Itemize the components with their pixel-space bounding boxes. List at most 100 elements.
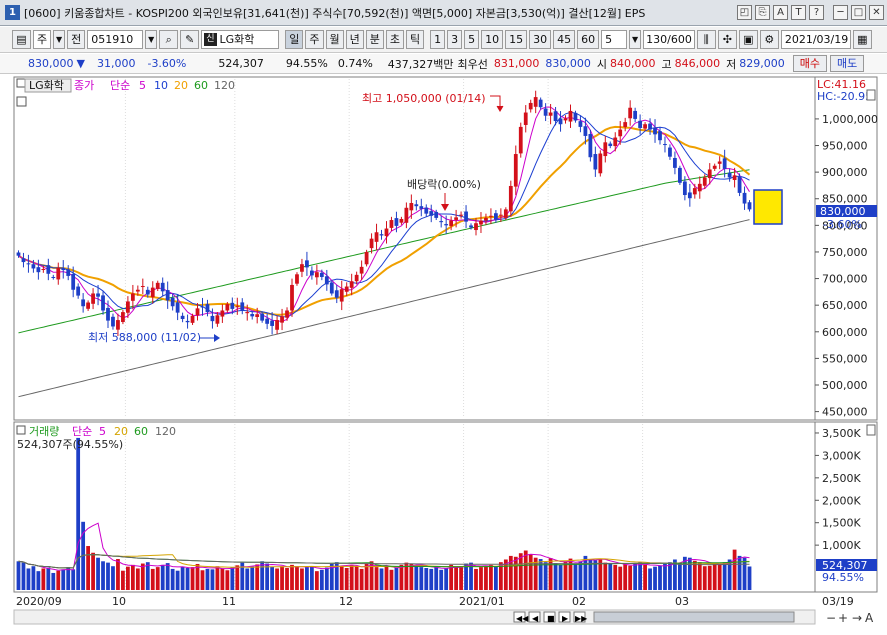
period-second-button[interactable]: 초	[385, 30, 404, 49]
prev-button[interactable]: 전	[67, 30, 86, 49]
font-icon[interactable]: A	[773, 5, 788, 20]
settings-icon[interactable]	[16, 78, 26, 88]
month-label-03: 03	[675, 595, 689, 608]
volume-settings-icon[interactable]	[16, 425, 26, 435]
volume-scale-toggle-icon[interactable]	[866, 424, 876, 436]
prev-icon: ◀	[532, 614, 539, 623]
search-icon[interactable]: ⌕	[159, 30, 179, 49]
volume-bar	[245, 568, 250, 590]
interval-30-button[interactable]: 30	[529, 30, 552, 49]
interval-5-button[interactable]: 5	[464, 30, 480, 49]
minimize-button[interactable]: ─	[833, 5, 848, 20]
volume-bar	[479, 567, 483, 590]
candle-body	[374, 232, 379, 242]
layout-icon[interactable]: ◰	[737, 5, 752, 20]
period-tick-button[interactable]: 틱	[406, 30, 425, 49]
low-label: 저	[726, 57, 737, 71]
volume-tick-label: 2,500K	[822, 472, 861, 485]
stock-chart[interactable]: 1,000,000950,000900,000850,000800,000750…	[0, 75, 887, 635]
period-year-button[interactable]: 년	[345, 30, 364, 49]
candle-body	[26, 263, 31, 265]
interval-1-button[interactable]: 1	[430, 30, 446, 49]
copy-icon[interactable]: ⎘	[755, 5, 770, 20]
gear-icon[interactable]: ⚙	[759, 30, 779, 49]
count-field[interactable]: 130 /600	[643, 30, 695, 49]
volume-bar	[359, 568, 364, 590]
interval-input[interactable]: 5	[601, 30, 628, 49]
stock-code-input[interactable]: 051910	[87, 30, 144, 49]
candle-body	[130, 293, 135, 301]
chart-type-select[interactable]: 주	[33, 30, 52, 49]
period-minute-button[interactable]: 분	[365, 30, 384, 49]
candle-body	[389, 220, 394, 228]
period-week-button[interactable]: 주	[305, 30, 324, 49]
interval-10-button[interactable]: 10	[481, 30, 504, 49]
chart-scrollbar[interactable]: ◀◀ ◀ ■ ▶ ▶▶ − + → A	[13, 609, 874, 625]
volume-bar	[548, 558, 553, 590]
candle-body	[722, 158, 727, 169]
auto-scale-icon[interactable]: A	[865, 611, 874, 625]
stop-icon: ■	[547, 614, 555, 623]
volume-bar	[21, 562, 26, 590]
legend-close-label: 종가	[74, 79, 94, 92]
zoom-out-icon[interactable]: −	[826, 611, 836, 625]
volume-rate: 94.55%	[285, 57, 328, 70]
candle-body	[479, 220, 483, 225]
crosshair-icon[interactable]: ✣	[717, 30, 737, 49]
plus-icon[interactable]: +	[838, 611, 848, 625]
candle-body	[419, 206, 424, 209]
last-icon: ▶▶	[575, 614, 588, 623]
help-icon[interactable]: ?	[809, 5, 824, 20]
scroll-thumb[interactable]	[593, 611, 795, 623]
volume-bar	[523, 550, 528, 590]
candle-body	[295, 274, 299, 284]
period-month-button[interactable]: 월	[325, 30, 344, 49]
candle-body	[71, 273, 76, 290]
stock-badge: 신	[204, 33, 217, 46]
interval-45-button[interactable]: 45	[553, 30, 576, 49]
candle-body	[180, 315, 185, 320]
period-day-button[interactable]: 일	[285, 30, 304, 49]
maximize-button[interactable]: □	[851, 5, 866, 20]
chart-menu-icon[interactable]: ▤	[12, 30, 31, 49]
date-input[interactable]: 2021/03/19	[780, 30, 851, 49]
move-icon[interactable]: →	[852, 611, 862, 625]
last-volume-rate-text: 94.55%	[822, 571, 864, 584]
volume-bar	[668, 562, 672, 590]
volume-bar	[558, 564, 563, 590]
price-tick-label: 1,000,000	[822, 113, 878, 126]
candle-body	[528, 102, 533, 110]
volume-bar	[429, 568, 434, 590]
edit-icon[interactable]: ✎	[180, 30, 200, 49]
legend-ma5: 5	[139, 79, 146, 92]
interval-3-button[interactable]: 3	[447, 30, 463, 49]
calendar-icon[interactable]: ▦	[852, 30, 872, 49]
chevron-down-icon[interactable]: ▼	[629, 30, 642, 49]
chevron-down-icon[interactable]: ▼	[145, 30, 158, 49]
buy-button[interactable]: 매수	[792, 55, 828, 72]
chart-area[interactable]: 1,000,000 950,000 900,000 850,000 800,000 750…	[0, 75, 887, 635]
volume-bar	[270, 566, 274, 590]
interval-60-button[interactable]: 60	[577, 30, 600, 49]
volume-bar	[593, 560, 598, 590]
volume-bar	[56, 570, 61, 590]
grid-toggle-icon[interactable]	[16, 96, 27, 107]
chevron-down-icon[interactable]: ▼	[53, 30, 66, 49]
volume-bar	[747, 566, 752, 590]
stock-name-field[interactable]: 신 LG화학	[201, 30, 280, 49]
interval-15-button[interactable]: 15	[505, 30, 528, 49]
current-price-box[interactable]	[753, 189, 783, 225]
price-scale-toggle-icon[interactable]	[866, 89, 876, 101]
volume-bar	[474, 568, 478, 590]
text-icon[interactable]: T	[791, 5, 806, 20]
volume-bar	[155, 567, 160, 590]
legend-ma20: 20	[174, 79, 188, 92]
close-button[interactable]: ✕	[869, 5, 884, 20]
sell-button[interactable]: 매도	[830, 55, 865, 72]
save-icon[interactable]: ▣	[738, 30, 758, 49]
count-input[interactable]: 130	[646, 31, 667, 48]
candle-icon[interactable]: ⫼	[696, 30, 716, 49]
volume-bar	[101, 561, 105, 590]
volume-bar	[205, 568, 210, 590]
candle-body	[673, 157, 677, 168]
